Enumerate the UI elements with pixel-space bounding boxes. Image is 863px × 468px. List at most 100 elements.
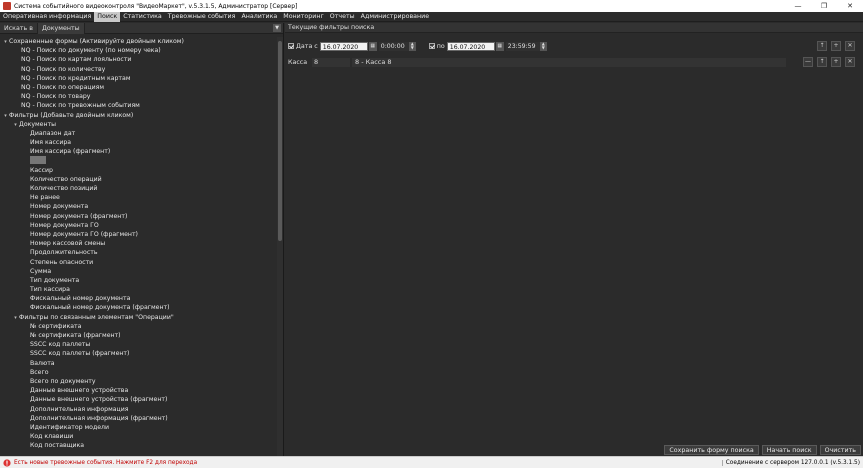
- minimize-button[interactable]: —: [785, 0, 811, 12]
- list-item[interactable]: Идентификатор модели: [0, 423, 276, 432]
- list-item[interactable]: Номер документа (фрагмент): [0, 212, 276, 221]
- menu-analytics[interactable]: Аналитика: [238, 12, 280, 22]
- move-up-icon[interactable]: ↑: [817, 41, 827, 51]
- list-item[interactable]: NQ - Поиск по количеству: [0, 65, 276, 74]
- remove-icon[interactable]: ✕: [845, 41, 855, 51]
- title-bar: Система событийного видеоконтроля "Видео…: [0, 0, 863, 12]
- tab-search-in[interactable]: Искать в: [0, 22, 38, 34]
- move-up-icon[interactable]: ↑: [817, 57, 827, 67]
- list-item[interactable]: Дополнительная информация (фрагмент): [0, 414, 276, 423]
- date-from-checkbox[interactable]: [288, 43, 294, 49]
- menu-search[interactable]: Поиск: [94, 11, 121, 22]
- time-to-input[interactable]: 23:59:59: [505, 41, 540, 51]
- save-search-form-button[interactable]: Сохранить форму поиска: [664, 445, 759, 455]
- list-item[interactable]: Номер документа ГО: [0, 221, 276, 230]
- filter-tree: ▾ Сохраненные формы (Активируйте двойным …: [0, 37, 276, 456]
- menu-alarms[interactable]: Тревожные события: [165, 12, 239, 22]
- menu-statistics[interactable]: Статистика: [120, 12, 165, 22]
- menu-reports[interactable]: Отчеты: [327, 12, 358, 22]
- add-icon[interactable]: +: [831, 41, 841, 51]
- list-item[interactable]: NQ - Поиск по тревожным событиям: [0, 101, 276, 110]
- add-icon[interactable]: +: [831, 57, 841, 67]
- chevron-down-icon[interactable]: ▼: [273, 24, 281, 32]
- list-item[interactable]: Валюта: [0, 359, 276, 368]
- tab-documents[interactable]: Документы: [37, 22, 85, 34]
- scrollbar-thumb[interactable]: [278, 41, 282, 241]
- search-in-tabs: Искать в Документы ▼: [0, 22, 283, 34]
- list-item[interactable]: Дополнительная информация: [0, 405, 276, 414]
- list-item[interactable]: Данные внешнего устройства: [0, 386, 276, 395]
- date-to-checkbox[interactable]: [428, 43, 435, 49]
- list-item[interactable]: SSCC код паллеты: [0, 340, 276, 349]
- kassa-filter-row: Касса 8 8 - Касса 8: [288, 57, 786, 67]
- alarm-status-message[interactable]: Есть новые тревожные события. Нажмите F2…: [14, 460, 722, 466]
- list-item[interactable]: NQ - Поиск по операциям: [0, 83, 276, 92]
- list-item[interactable]: Номер кассовой смены: [0, 239, 276, 248]
- list-item[interactable]: Количество операций: [0, 175, 276, 184]
- kassa-code-field[interactable]: 8: [312, 57, 350, 67]
- calendar-icon[interactable]: ▦: [495, 41, 504, 51]
- list-item[interactable]: Не ранее: [0, 193, 276, 202]
- list-item[interactable]: Фискальный номер документа: [0, 294, 276, 303]
- clear-button[interactable]: Очистить: [819, 445, 861, 455]
- list-item[interactable]: NQ - Поиск по кредитным картам: [0, 74, 276, 83]
- kassa-label: Касса: [288, 58, 308, 66]
- close-button[interactable]: ✕: [837, 0, 863, 12]
- start-search-button[interactable]: Начать поиск: [761, 445, 817, 455]
- main-menu: Оперативная информация Поиск Статистика …: [0, 11, 863, 22]
- date-from-input[interactable]: 16.07.2020: [319, 41, 368, 51]
- list-item[interactable]: Код клавиши: [0, 432, 276, 441]
- app-icon: [3, 2, 11, 10]
- list-item[interactable]: Номер документа ГО (фрагмент): [0, 230, 276, 239]
- list-item[interactable]: NQ - Поиск по документу (по номеру чека): [0, 46, 276, 55]
- list-item[interactable]: Кассир: [0, 166, 276, 175]
- calendar-icon[interactable]: ▦: [368, 41, 377, 51]
- warning-icon: [3, 458, 11, 467]
- tree-documents-group[interactable]: ▾ Документы: [0, 120, 276, 129]
- menu-admin[interactable]: Администрирование: [358, 12, 432, 22]
- date-to-label: по: [436, 42, 445, 50]
- current-filters-panel: Текущие фильтры поиска Дата с 16.07.2020…: [285, 23, 863, 456]
- list-item[interactable]: NQ - Поиск по товару: [0, 92, 276, 101]
- date-filter-row: Дата с 16.07.2020 ▦ 0:00:00 ▲ ▼ по 16.07.…: [288, 40, 547, 52]
- maximize-button[interactable]: ❐: [811, 0, 837, 12]
- list-item[interactable]: SSCC код паллеты (фрагмент): [0, 349, 276, 358]
- tree-saved-forms[interactable]: ▾ Сохраненные формы (Активируйте двойным …: [0, 37, 276, 46]
- tree-filters[interactable]: ▾ Фильтры (Добавьте двойным кликом): [0, 111, 276, 120]
- list-item[interactable]: Сумма: [0, 267, 276, 276]
- list-item[interactable]: Диапазон дат: [0, 129, 276, 138]
- list-item[interactable]: Номер документа: [0, 202, 276, 211]
- remove-icon[interactable]: ✕: [845, 57, 855, 67]
- window-title: Система событийного видеоконтроля "Видео…: [14, 2, 298, 10]
- list-item[interactable]: Тип документа: [0, 276, 276, 285]
- list-item[interactable]: № сертификата: [0, 322, 276, 331]
- tree-scrollbar[interactable]: [277, 37, 283, 456]
- menu-monitoring[interactable]: Мониторинг: [280, 12, 327, 22]
- selection-highlight: [30, 156, 46, 165]
- minus-icon[interactable]: —: [803, 57, 813, 67]
- list-item[interactable]: Данные внешнего устройства (фрагмент): [0, 395, 276, 404]
- menu-operational[interactable]: Оперативная информация: [0, 12, 94, 22]
- list-item[interactable]: Тип кассира: [0, 285, 276, 294]
- list-item[interactable]: Количество позиций: [0, 184, 276, 193]
- list-item[interactable]: Имя кассира: [0, 138, 276, 147]
- date-to-input[interactable]: 16.07.2020: [446, 41, 495, 51]
- list-item[interactable]: № сертификата (фрагмент): [0, 331, 276, 340]
- list-item[interactable]: Продолжительность: [0, 248, 276, 257]
- list-item[interactable]: Всего: [0, 368, 276, 377]
- list-item[interactable]: NQ - Поиск по картам лояльности: [0, 55, 276, 64]
- date-from-label: Дата с: [296, 42, 318, 50]
- list-item[interactable]: Степень опасности: [0, 258, 276, 267]
- list-item[interactable]: Всего по документу: [0, 377, 276, 386]
- time-from-input[interactable]: 0:00:00: [378, 41, 409, 51]
- connection-status: Соединение с сервером 127.0.0.1 (v.5.3.1…: [721, 459, 863, 466]
- time-to-stepper[interactable]: ▲ ▼: [539, 41, 547, 51]
- time-from-stepper[interactable]: ▲ ▼: [408, 41, 416, 51]
- selected-list-item[interactable]: [0, 156, 276, 165]
- list-item[interactable]: Имя кассира (фрагмент): [0, 147, 276, 156]
- status-bar: Есть новые тревожные события. Нажмите F2…: [0, 456, 863, 468]
- kassa-description-field[interactable]: 8 - Касса 8: [352, 57, 786, 67]
- list-item[interactable]: Фискальный номер документа (фрагмент): [0, 303, 276, 312]
- tree-operations-group[interactable]: ▾ Фильтры по связанным элементам "Операци…: [0, 313, 276, 322]
- list-item[interactable]: Код поставщика: [0, 441, 276, 450]
